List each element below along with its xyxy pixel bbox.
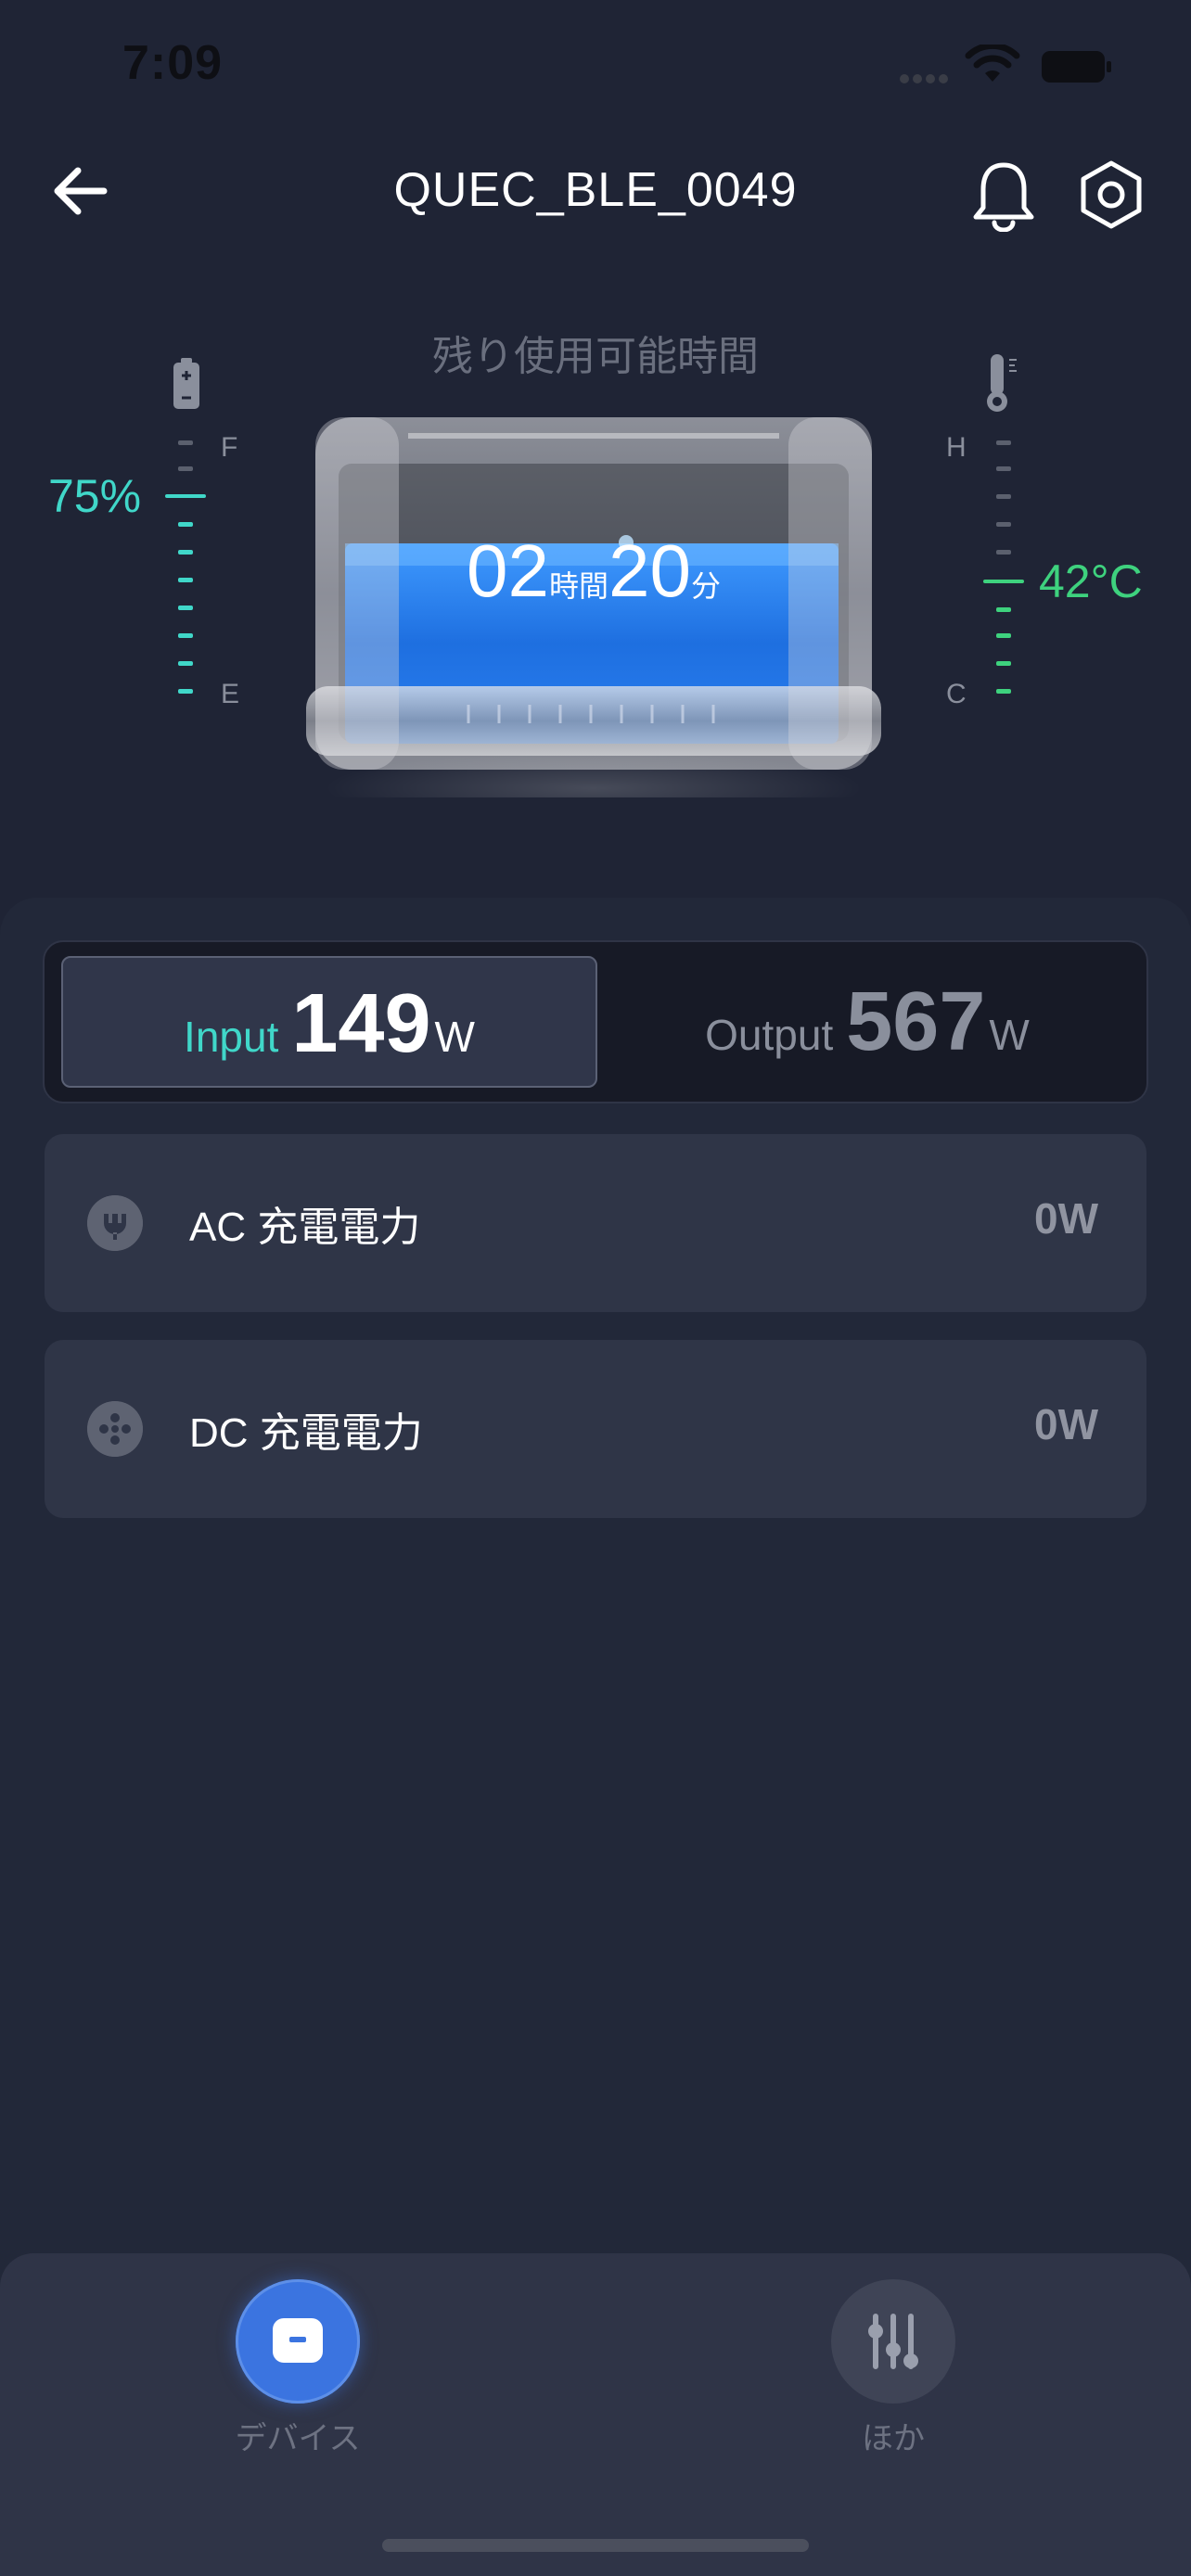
tab-other-label: ほか: [862, 2421, 925, 2456]
temp-tick: [996, 633, 1011, 638]
home-indicator: [382, 2539, 809, 2552]
wifi-icon: [965, 45, 1020, 82]
battery-tick: [178, 633, 193, 638]
temp-tick: [996, 607, 1011, 612]
input-label: Input: [184, 1013, 279, 1061]
ac-charging-label: AC 充電電力: [189, 1205, 421, 1250]
battery-tick: [178, 689, 193, 694]
temp-tick: [996, 522, 1011, 527]
output-tab[interactable]: Output 567 W: [603, 956, 1132, 1088]
tab-bar: [0, 2253, 1191, 2576]
battery-level-marker: [165, 494, 206, 498]
remaining-hours: 02: [467, 529, 549, 612]
settings-icon[interactable]: [1076, 158, 1146, 232]
dc-plug-icon: [87, 1401, 143, 1457]
input-tab[interactable]: Input 149 W: [61, 956, 597, 1088]
device-icon: [273, 2318, 323, 2363]
fuel-full-label: F: [221, 432, 238, 463]
status-time: 7:09: [122, 36, 224, 90]
ac-plug-icon: [87, 1195, 143, 1251]
battery-tick: [178, 661, 193, 666]
battery-percent: 75%: [48, 470, 142, 522]
battery-tick: [178, 550, 193, 555]
temp-tick: [996, 661, 1011, 666]
output-value: 567: [846, 976, 986, 1068]
battery-status-icon: [1042, 51, 1111, 83]
temperature-value: 42°C: [1039, 555, 1143, 607]
arrow-left-icon: [54, 167, 108, 215]
temp-tick: [996, 550, 1011, 555]
remaining-time-label: 残り使用可能時間: [432, 334, 759, 379]
dc-charging-row[interactable]: DC 充電電力 0W: [45, 1340, 1146, 1518]
tab-device-label: デバイス: [235, 2421, 361, 2456]
ac-charging-value: 0W: [1034, 1194, 1098, 1243]
ac-charging-row[interactable]: AC 充電電力 0W: [45, 1134, 1146, 1312]
output-unit: W: [989, 1011, 1030, 1059]
signal-icon: [900, 0, 955, 93]
output-label: Output: [705, 1011, 834, 1059]
remaining-time: 02時間20分: [390, 529, 798, 614]
remaining-minutes: 20: [608, 529, 691, 612]
back-button[interactable]: [41, 156, 119, 226]
temp-tick: [996, 494, 1011, 499]
temp-tick: [996, 466, 1011, 471]
battery-tick: [178, 578, 193, 582]
page-title: QUEC_BLE_0049: [393, 163, 798, 217]
tab-other[interactable]: [831, 2279, 955, 2404]
thermometer-icon: [987, 354, 1017, 412]
temp-cold-label: C: [946, 679, 967, 709]
hours-unit: 時間: [548, 569, 608, 603]
battery-tick: [178, 522, 193, 527]
battery-tick: [178, 440, 193, 445]
minutes-unit: 分: [690, 569, 721, 603]
temp-high-label: H: [946, 432, 967, 463]
bell-icon[interactable]: [967, 158, 1041, 232]
sliders-icon: [868, 2314, 918, 2369]
tab-device[interactable]: [236, 2279, 360, 2404]
fuel-empty-label: E: [221, 679, 240, 709]
temp-tick: [996, 689, 1011, 694]
dc-charging-value: 0W: [1034, 1400, 1098, 1448]
battery-tick: [178, 606, 193, 610]
temp-level-marker: [983, 580, 1024, 583]
dc-charging-label: DC 充電電力: [189, 1410, 423, 1456]
input-value: 149: [291, 977, 431, 1070]
temp-tick: [996, 440, 1011, 445]
input-unit: W: [434, 1013, 475, 1061]
battery-gauge-icon: [173, 358, 199, 409]
battery-tick: [178, 466, 193, 471]
